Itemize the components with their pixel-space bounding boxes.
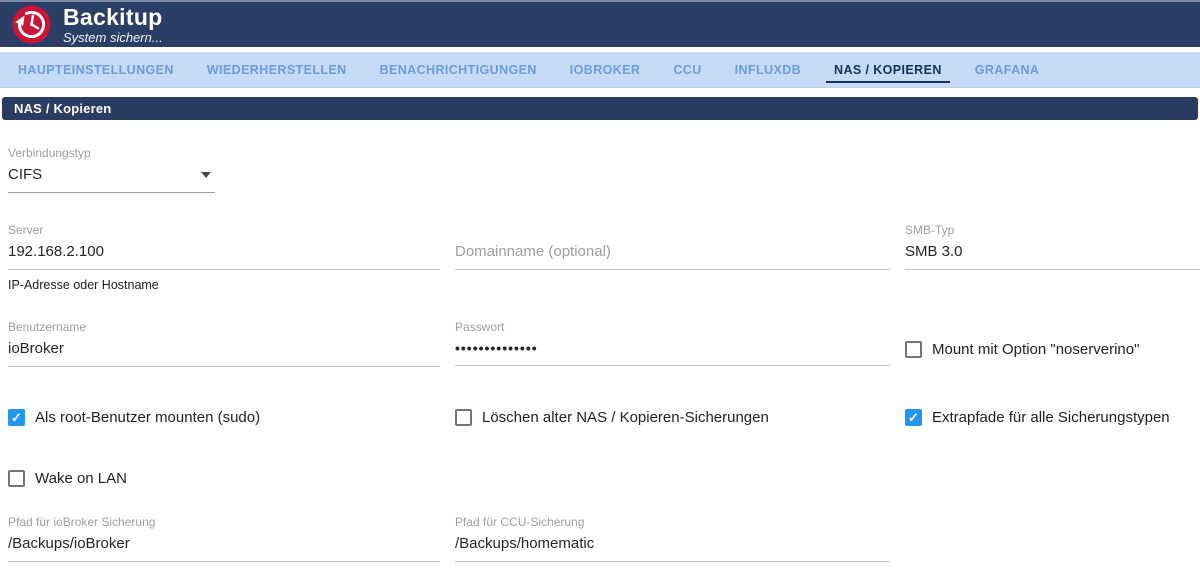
tab-haupteinstellungen[interactable]: HAUPTEINSTELLUNGEN [10,52,182,87]
checkbox-delete-old-backups[interactable]: Löschen alter NAS / Kopieren-Sicherungen [455,409,890,426]
field-pfad-iobroker: Pfad für ioBroker Sicherung [8,515,440,562]
tab-wiederherstellen[interactable]: WIEDERHERSTELLEN [199,52,355,87]
section-title: NAS / Kopieren [2,97,1198,120]
tab-influxdb[interactable]: INFLUXDB [727,52,809,87]
checkbox-label: Mount mit Option "noserverino" [932,341,1140,358]
smb-typ-input[interactable] [905,237,1200,270]
pfad-iobroker-label: Pfad für ioBroker Sicherung [8,515,156,529]
checkbox-label: Als root-Benutzer mounten (sudo) [35,409,261,426]
checkbox-box[interactable] [8,409,25,426]
checkbox-box[interactable] [455,409,472,426]
verbindungstyp-label: Verbindungstyp [8,146,91,160]
tab-iobroker[interactable]: IOBROKER [562,52,649,87]
checkbox-label: Löschen alter NAS / Kopieren-Sicherungen [482,409,769,426]
checkbox-label: Wake on LAN [35,470,127,487]
domainname-input[interactable] [455,237,890,270]
app-subtitle: System sichern... [63,29,163,45]
passwort-label: Passwort [455,320,505,334]
field-smb-typ: SMB-Typ [905,223,1200,292]
passwort-input[interactable] [455,334,890,366]
pfad-ccu-input[interactable] [455,529,890,562]
checkbox-wake-on-lan[interactable]: Wake on LAN [8,470,440,487]
checkbox-root-mount-sudo[interactable]: Als root-Benutzer mounten (sudo) [8,409,440,426]
checkbox-box[interactable] [905,409,922,426]
tab-bar: HAUPTEINSTELLUNGEN WIEDERHERSTELLEN BENA… [0,52,1200,88]
app-title: Backitup [63,3,163,30]
smb-typ-label: SMB-Typ [905,223,955,237]
field-passwort: Passwort [455,320,890,367]
tab-nas-kopieren[interactable]: NAS / KOPIEREN [826,52,950,87]
field-verbindungstyp: Verbindungstyp CIFS [8,146,440,193]
field-domainname [455,223,890,292]
pfad-ccu-label: Pfad für CCU-Sicherung [455,515,585,529]
benutzername-label: Benutzername [8,320,87,334]
app-header: Backitup System sichern... [0,0,1200,47]
tab-ccu[interactable]: CCU [665,52,709,87]
server-helper: IP-Adresse oder Hostname [8,278,159,292]
pfad-iobroker-input[interactable] [8,529,440,562]
checkbox-extra-paths[interactable]: Extrapfade für alle Sicherungstypen [905,409,1200,426]
nas-settings-form: Verbindungstyp CIFS Server IP-Adresse od… [0,146,1200,562]
verbindungstyp-value: CIFS [8,166,43,183]
field-pfad-ccu: Pfad für CCU-Sicherung [455,515,890,562]
server-input[interactable] [8,237,440,270]
checkbox-box[interactable] [905,341,922,358]
benutzername-input[interactable] [8,334,440,367]
field-benutzername: Benutzername [8,320,440,367]
backup-clock-icon [12,5,51,44]
field-server: Server IP-Adresse oder Hostname [8,223,440,292]
verbindungstyp-select[interactable]: CIFS [8,160,215,193]
tab-grafana[interactable]: GRAFANA [967,52,1048,87]
checkbox-box[interactable] [8,470,25,487]
checkbox-noserverino[interactable]: Mount mit Option "noserverino" [905,332,1200,367]
checkbox-label: Extrapfade für alle Sicherungstypen [932,409,1170,426]
server-label: Server [8,223,44,237]
chevron-down-icon [201,171,211,178]
tab-benachrichtigungen[interactable]: BENACHRICHTIGUNGEN [372,52,545,87]
